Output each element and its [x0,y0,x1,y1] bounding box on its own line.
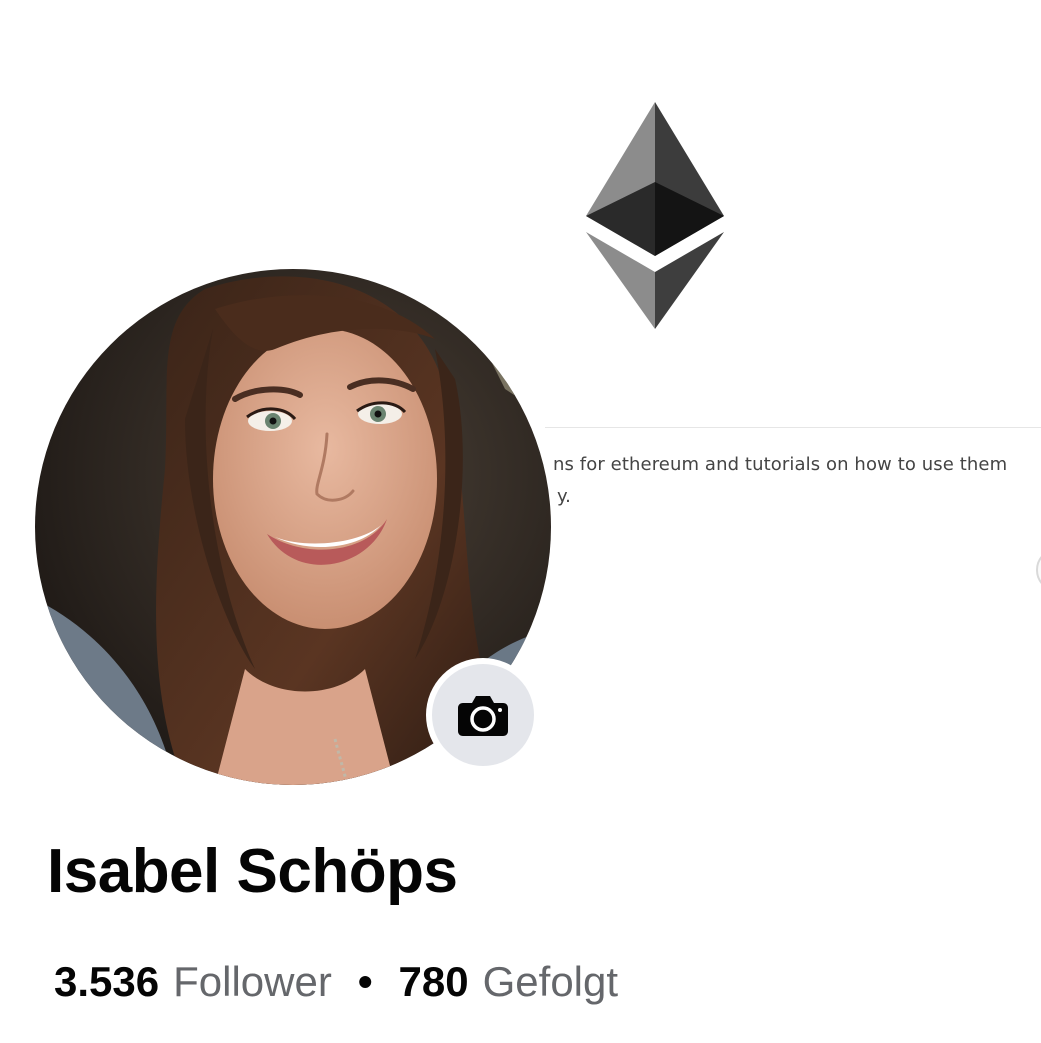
following-count: 780 [398,958,469,1005]
stats-separator: • [357,958,373,1005]
camera-icon [458,696,508,736]
profile-name: Isabel Schöps [47,837,458,906]
followers-link[interactable]: 3.536 Follower [54,958,332,1006]
cover-divider [545,427,1041,428]
followers-count: 3.536 [54,958,160,1005]
cover-text: ns for ethereum and tutorials on how to … [553,454,1008,475]
following-link[interactable]: 780 Gefolgt [399,958,619,1006]
change-profile-photo-button[interactable] [432,664,534,766]
cover-edge-control [1036,548,1041,592]
followers-label: Follower [173,958,332,1005]
following-label: Gefolgt [482,958,619,1005]
cover-text-continued: y. [557,486,571,507]
ethereum-logo-icon [586,102,724,329]
follow-stats: 3.536 Follower • 780 Gefolgt [54,958,618,1006]
